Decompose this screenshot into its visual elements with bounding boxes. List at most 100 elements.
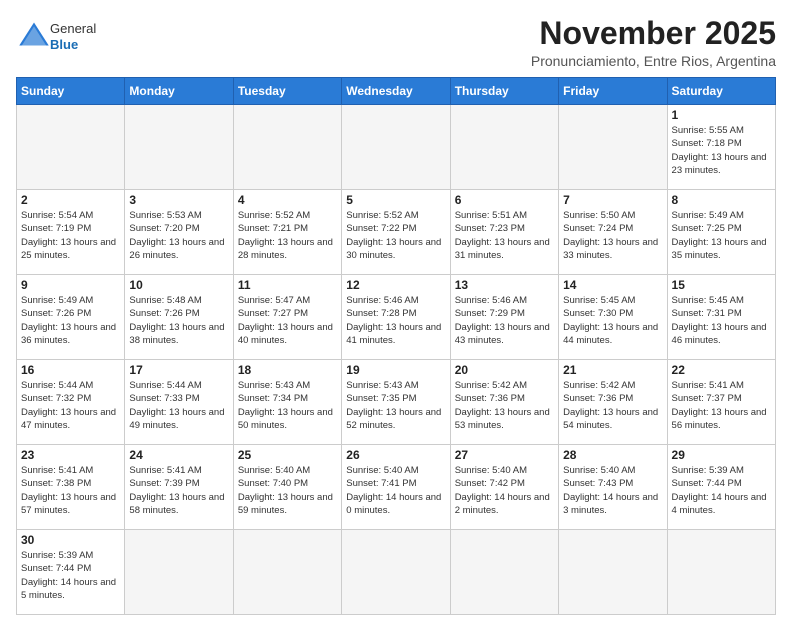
day-number: 19	[346, 363, 445, 377]
day-number: 26	[346, 448, 445, 462]
day-cell: 14Sunrise: 5:45 AM Sunset: 7:30 PM Dayli…	[559, 275, 667, 360]
day-cell: 24Sunrise: 5:41 AM Sunset: 7:39 PM Dayli…	[125, 445, 233, 530]
day-number: 8	[672, 193, 771, 207]
day-number: 7	[563, 193, 662, 207]
week-row-6: 30 Sunrise: 5:39 AM Sunset: 7:44 PM Dayli…	[17, 530, 776, 615]
day-number: 14	[563, 278, 662, 292]
day-number: 28	[563, 448, 662, 462]
day-info: Sunrise: 5:43 AM Sunset: 7:35 PM Dayligh…	[346, 379, 445, 432]
calendar-table: SundayMondayTuesdayWednesdayThursdayFrid…	[16, 77, 776, 615]
day-cell: 15 Sunrise: 5:45 AM Sunset: 7:31 PM Dayli…	[667, 275, 775, 360]
day-cell: 25Sunrise: 5:40 AM Sunset: 7:40 PM Dayli…	[233, 445, 341, 530]
day-cell	[559, 530, 667, 615]
day-cell: 5 Sunrise: 5:52 AM Sunset: 7:22 PM Daylig…	[342, 190, 450, 275]
day-info: Sunrise: 5:46 AM Sunset: 7:29 PM Dayligh…	[455, 294, 554, 347]
day-number: 15	[672, 278, 771, 292]
day-info: Sunrise: 5:52 AM Sunset: 7:21 PM Dayligh…	[238, 209, 337, 262]
day-info: Sunrise: 5:40 AM Sunset: 7:43 PM Dayligh…	[563, 464, 662, 517]
day-number: 12	[346, 278, 445, 292]
day-number: 9	[21, 278, 120, 292]
month-title: November 2025	[531, 16, 776, 51]
day-number: 25	[238, 448, 337, 462]
day-cell	[125, 105, 233, 190]
day-cell: 1 Sunrise: 5:55 AM Sunset: 7:18 PM Daylig…	[667, 105, 775, 190]
day-info: Sunrise: 5:48 AM Sunset: 7:26 PM Dayligh…	[129, 294, 228, 347]
day-cell: 4 Sunrise: 5:52 AM Sunset: 7:21 PM Daylig…	[233, 190, 341, 275]
day-cell: 18Sunrise: 5:43 AM Sunset: 7:34 PM Dayli…	[233, 360, 341, 445]
calendar-header-row: SundayMondayTuesdayWednesdayThursdayFrid…	[17, 78, 776, 105]
day-number: 13	[455, 278, 554, 292]
day-cell	[667, 530, 775, 615]
day-info: Sunrise: 5:41 AM Sunset: 7:38 PM Dayligh…	[21, 464, 120, 517]
day-info: Sunrise: 5:52 AM Sunset: 7:22 PM Dayligh…	[346, 209, 445, 262]
day-number: 29	[672, 448, 771, 462]
week-row-5: 23 Sunrise: 5:41 AM Sunset: 7:38 PM Dayli…	[17, 445, 776, 530]
header-monday: Monday	[125, 78, 233, 105]
header-thursday: Thursday	[450, 78, 558, 105]
day-number: 1	[672, 108, 771, 122]
day-number: 2	[21, 193, 120, 207]
day-info: Sunrise: 5:49 AM Sunset: 7:25 PM Dayligh…	[672, 209, 771, 262]
logo-text: General Blue	[50, 21, 96, 52]
day-cell: 28 Sunrise: 5:40 AM Sunset: 7:43 PM Dayli…	[559, 445, 667, 530]
header: General Blue November 2025 Pronunciamien…	[16, 16, 776, 69]
day-cell: 3Sunrise: 5:53 AM Sunset: 7:20 PM Daylig…	[125, 190, 233, 275]
day-number: 20	[455, 363, 554, 377]
week-row-2: 2 Sunrise: 5:54 AM Sunset: 7:19 PM Daylig…	[17, 190, 776, 275]
day-info: Sunrise: 5:47 AM Sunset: 7:27 PM Dayligh…	[238, 294, 337, 347]
day-info: Sunrise: 5:43 AM Sunset: 7:34 PM Dayligh…	[238, 379, 337, 432]
day-number: 23	[21, 448, 120, 462]
week-row-4: 16 Sunrise: 5:44 AM Sunset: 7:32 PM Dayli…	[17, 360, 776, 445]
day-number: 30	[21, 533, 120, 547]
day-info: Sunrise: 5:39 AM Sunset: 7:44 PM Dayligh…	[672, 464, 771, 517]
day-cell	[17, 105, 125, 190]
day-cell	[450, 530, 558, 615]
day-cell: 2 Sunrise: 5:54 AM Sunset: 7:19 PM Daylig…	[17, 190, 125, 275]
day-cell: 27Sunrise: 5:40 AM Sunset: 7:42 PM Dayli…	[450, 445, 558, 530]
day-info: Sunrise: 5:39 AM Sunset: 7:44 PM Dayligh…	[21, 549, 120, 602]
day-info: Sunrise: 5:45 AM Sunset: 7:31 PM Dayligh…	[672, 294, 771, 347]
day-cell	[559, 105, 667, 190]
day-number: 5	[346, 193, 445, 207]
day-cell: 29 Sunrise: 5:39 AM Sunset: 7:44 PM Dayli…	[667, 445, 775, 530]
day-info: Sunrise: 5:50 AM Sunset: 7:24 PM Dayligh…	[563, 209, 662, 262]
day-cell: 20Sunrise: 5:42 AM Sunset: 7:36 PM Dayli…	[450, 360, 558, 445]
day-info: Sunrise: 5:51 AM Sunset: 7:23 PM Dayligh…	[455, 209, 554, 262]
header-friday: Friday	[559, 78, 667, 105]
day-info: Sunrise: 5:54 AM Sunset: 7:19 PM Dayligh…	[21, 209, 120, 262]
day-number: 27	[455, 448, 554, 462]
day-cell: 11 Sunrise: 5:47 AM Sunset: 7:27 PM Dayli…	[233, 275, 341, 360]
location-subtitle: Pronunciamiento, Entre Rios, Argentina	[531, 53, 776, 69]
day-info: Sunrise: 5:41 AM Sunset: 7:39 PM Dayligh…	[129, 464, 228, 517]
logo: General Blue	[16, 20, 96, 53]
day-number: 10	[129, 278, 228, 292]
day-cell: 23 Sunrise: 5:41 AM Sunset: 7:38 PM Dayli…	[17, 445, 125, 530]
day-cell: 21 Sunrise: 5:42 AM Sunset: 7:36 PM Dayli…	[559, 360, 667, 445]
day-number: 17	[129, 363, 228, 377]
day-info: Sunrise: 5:44 AM Sunset: 7:32 PM Dayligh…	[21, 379, 120, 432]
day-number: 22	[672, 363, 771, 377]
day-number: 21	[563, 363, 662, 377]
day-cell: 22Sunrise: 5:41 AM Sunset: 7:37 PM Dayli…	[667, 360, 775, 445]
day-cell	[450, 105, 558, 190]
day-info: Sunrise: 5:44 AM Sunset: 7:33 PM Dayligh…	[129, 379, 228, 432]
day-cell	[233, 105, 341, 190]
day-cell: 9 Sunrise: 5:49 AM Sunset: 7:26 PM Daylig…	[17, 275, 125, 360]
header-tuesday: Tuesday	[233, 78, 341, 105]
day-cell: 19 Sunrise: 5:43 AM Sunset: 7:35 PM Dayli…	[342, 360, 450, 445]
day-cell: 7 Sunrise: 5:50 AM Sunset: 7:24 PM Daylig…	[559, 190, 667, 275]
day-cell: 10 Sunrise: 5:48 AM Sunset: 7:26 PM Dayli…	[125, 275, 233, 360]
day-number: 4	[238, 193, 337, 207]
day-info: Sunrise: 5:46 AM Sunset: 7:28 PM Dayligh…	[346, 294, 445, 347]
header-saturday: Saturday	[667, 78, 775, 105]
day-number: 3	[129, 193, 228, 207]
day-number: 11	[238, 278, 337, 292]
header-wednesday: Wednesday	[342, 78, 450, 105]
day-info: Sunrise: 5:49 AM Sunset: 7:26 PM Dayligh…	[21, 294, 120, 347]
day-cell: 26Sunrise: 5:40 AM Sunset: 7:41 PM Dayli…	[342, 445, 450, 530]
day-cell: 13 Sunrise: 5:46 AM Sunset: 7:29 PM Dayli…	[450, 275, 558, 360]
day-cell	[233, 530, 341, 615]
day-info: Sunrise: 5:55 AM Sunset: 7:18 PM Dayligh…	[672, 124, 771, 177]
day-number: 16	[21, 363, 120, 377]
day-info: Sunrise: 5:42 AM Sunset: 7:36 PM Dayligh…	[563, 379, 662, 432]
